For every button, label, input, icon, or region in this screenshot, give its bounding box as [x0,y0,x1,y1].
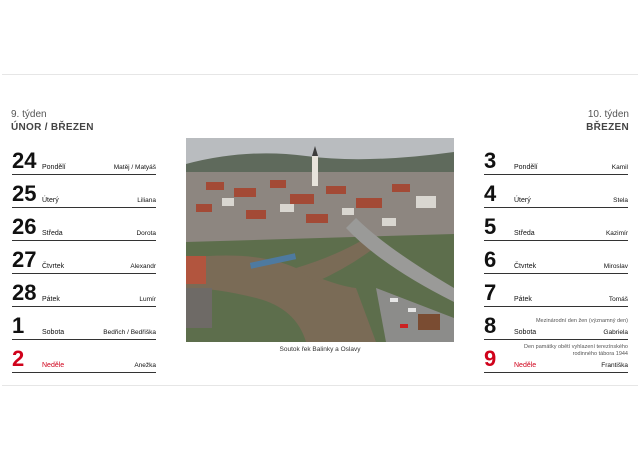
day-row: 2 Neděle Anežka [12,339,156,373]
photo-caption: Soutok řek Balinky a Oslavy [279,346,361,353]
weekday-label: Pondělí [514,164,538,171]
name-day: Anežka [134,362,156,369]
day-number: 27 [12,247,37,272]
day-number: 1 [12,313,25,338]
day-row: 9 Neděle Den památky obětí vyhlazení terez… [484,339,628,373]
weekday-label: Sobota [42,329,65,336]
day-row: 26 Středa Dorota [12,207,156,241]
weekday-label: Úterý [514,197,531,204]
day-row: 25 Úterý Liliana [12,174,156,208]
weekday-label: Sobota [514,329,537,336]
day-number: 6 [484,247,497,272]
weekday-label: Pondělí [42,164,66,171]
name-day: Miroslav [603,263,628,270]
aerial-town-illustration [186,138,454,342]
right-week-label: 10. týden [587,109,629,120]
day-row: 3 Pondělí Kamil [484,141,628,175]
weekday-label: Čtvrtek [42,263,65,270]
weekday-label: Úterý [42,197,59,204]
weekday-label: Středa [514,230,535,237]
day-note: Den památky obětí vyhlazení terezínského… [524,344,628,358]
day-number: 4 [484,181,497,206]
weekday-label: Neděle [514,362,537,369]
day-note: Mezinárodní den žen (významný den) [535,318,628,325]
day-number: 25 [12,181,37,206]
name-day: Tomáš [608,296,628,303]
day-row: 6 Čtvrtek Miroslav [484,240,628,274]
day-row: 5 Středa Kazimír [484,207,628,241]
name-day: Dorota [136,230,156,237]
day-number: 5 [484,214,497,239]
weekday-label: Pátek [42,296,60,303]
day-number: 26 [12,214,37,239]
name-day: Matěj / Matyáš [113,164,156,171]
day-row: 1 Sobota Bedřich / Bedřiška [12,306,156,340]
name-day: Lumír [139,296,156,303]
day-number: 9 [484,346,497,371]
day-row: 4 Úterý Stela [484,174,628,208]
day-number: 3 [484,148,497,173]
weekday-label: Neděle [42,362,65,369]
name-day: Gabriela [603,329,628,336]
right-month-label: BŘEZEN [586,122,629,133]
weekday-label: Čtvrtek [514,263,537,270]
left-month-label: ÚNOR / BŘEZEN [11,122,94,133]
day-row: 27 Čtvrtek Alexandr [12,240,156,274]
day-number: 28 [12,280,37,305]
name-day: Alexandr [130,263,156,270]
left-week-label: 9. týden [11,109,47,120]
day-row: 7 Pátek Tomáš [484,273,628,307]
day-number: 24 [12,148,37,173]
day-number: 8 [484,313,497,338]
town-photo [186,138,454,342]
weekday-label: Středa [42,230,63,237]
name-day: Liliana [137,197,156,204]
day-row: 28 Pátek Lumír [12,273,156,307]
day-row: 8 Sobota Mezinárodní den žen (významný den… [484,306,628,340]
day-number: 2 [12,346,25,371]
day-row: 24 Pondělí Matěj / Matyáš [12,141,156,175]
weekday-label: Pátek [514,296,532,303]
name-day: Františka [601,362,628,369]
name-day: Bedřich / Bedřiška [103,329,156,336]
day-number: 7 [484,280,497,305]
name-day: Kamil [611,164,628,171]
name-day: Kazimír [605,230,628,237]
name-day: Stela [613,197,628,204]
